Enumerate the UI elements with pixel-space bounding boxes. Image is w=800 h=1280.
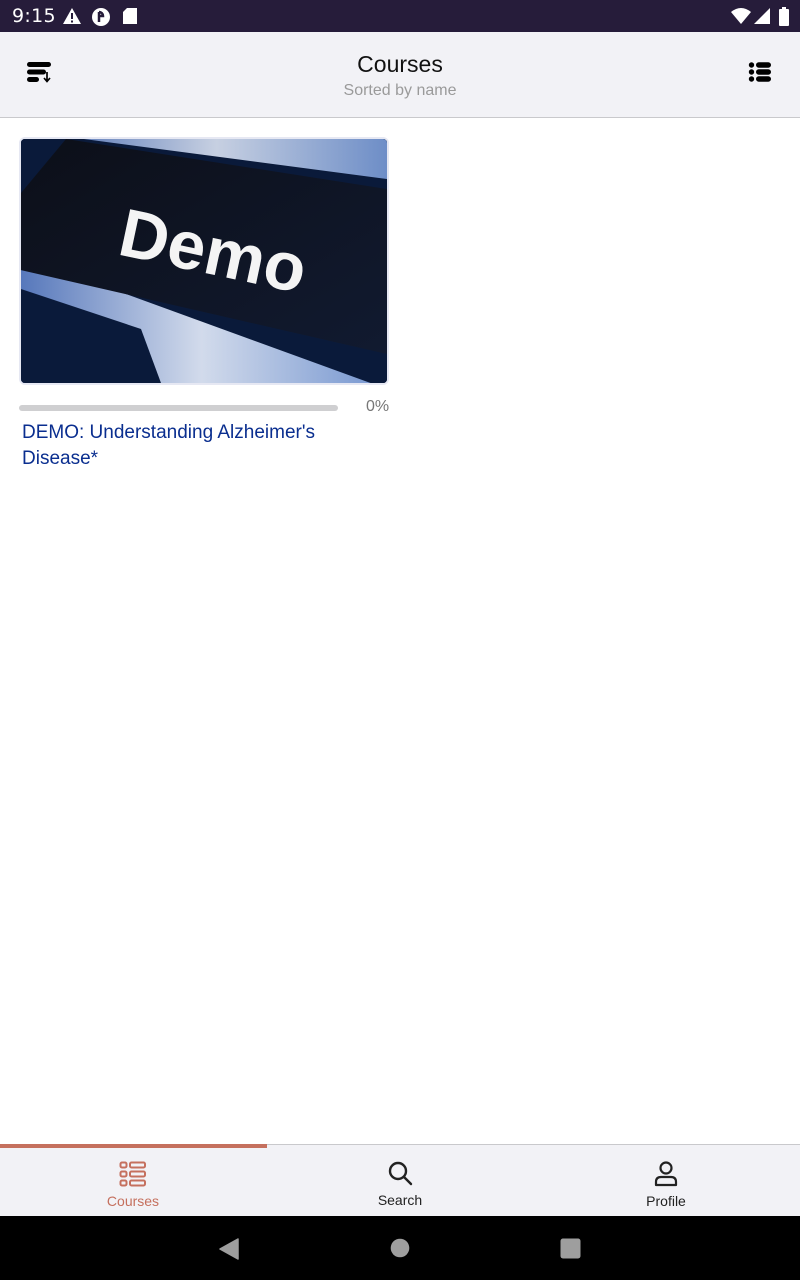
tab-search-label: Search bbox=[377, 1192, 423, 1208]
tab-search[interactable]: Search bbox=[267, 1145, 533, 1217]
sort-subtitle: Sorted by name bbox=[343, 82, 457, 99]
battery-icon bbox=[778, 7, 790, 32]
view-mode-button[interactable] bbox=[738, 52, 782, 96]
recents-button[interactable] bbox=[560, 1238, 581, 1264]
home-button[interactable] bbox=[390, 1238, 410, 1263]
profile-icon bbox=[654, 1161, 678, 1192]
tab-profile-label: Profile bbox=[646, 1193, 686, 1209]
tab-courses[interactable]: Courses bbox=[0, 1145, 266, 1217]
back-button[interactable] bbox=[219, 1238, 239, 1265]
back-icon bbox=[219, 1238, 239, 1260]
course-progress-label: 0% bbox=[366, 398, 390, 415]
list-view-icon bbox=[748, 60, 772, 89]
home-icon bbox=[390, 1238, 410, 1258]
course-progress-bar bbox=[19, 405, 338, 411]
recents-icon bbox=[560, 1238, 581, 1259]
sd-card-icon bbox=[122, 7, 138, 30]
bottom-navigation: Courses Search Profile bbox=[0, 1144, 800, 1216]
system-navigation-bar bbox=[0, 1216, 800, 1280]
data-saver-icon bbox=[91, 7, 111, 32]
cell-signal-icon bbox=[753, 7, 771, 30]
search-icon bbox=[387, 1160, 413, 1191]
course-title-link[interactable]: DEMO: Understanding Alzheimer's Disease* bbox=[22, 420, 362, 472]
course-thumbnail[interactable]: Demo bbox=[19, 137, 389, 385]
warning-icon bbox=[62, 7, 82, 30]
tab-courses-label: Courses bbox=[106, 1193, 160, 1209]
tab-profile[interactable]: Profile bbox=[533, 1145, 799, 1217]
wifi-icon bbox=[730, 7, 752, 30]
page-title: Courses bbox=[357, 51, 443, 77]
app-bar: Courses Sorted by name bbox=[0, 32, 800, 118]
status-time: 9:15 bbox=[12, 5, 56, 27]
status-bar: 9:15 bbox=[0, 0, 800, 32]
courses-grid-icon bbox=[119, 1161, 147, 1192]
